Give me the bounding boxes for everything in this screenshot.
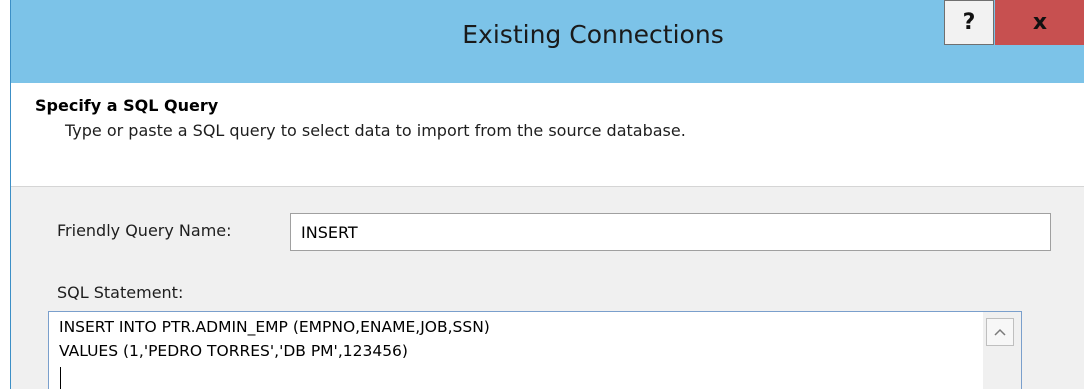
friendly-query-name-label: Friendly Query Name: xyxy=(57,221,232,240)
scroll-up-button[interactable] xyxy=(986,318,1014,346)
title-bar[interactable]: Existing Connections ? x xyxy=(11,0,1084,83)
help-button[interactable]: ? xyxy=(944,0,994,45)
close-button[interactable]: x xyxy=(995,0,1084,45)
sql-statement-label: SQL Statement: xyxy=(57,283,184,302)
step-description: Type or paste a SQL query to select data… xyxy=(65,121,686,140)
wizard-header: Specify a SQL Query Type or paste a SQL … xyxy=(11,83,1084,187)
text-caret xyxy=(60,367,61,389)
sql-line: INSERT INTO PTR.ADMIN_EMP (EMPNO,ENAME,J… xyxy=(59,318,490,336)
chevron-up-icon xyxy=(994,328,1006,336)
step-title: Specify a SQL Query xyxy=(35,96,219,115)
friendly-query-name-input[interactable] xyxy=(290,213,1051,251)
sql-line: VALUES (1,'PEDRO TORRES','DB PM',123456) xyxy=(59,342,408,360)
dialog-title: Existing Connections xyxy=(462,20,724,49)
background-gutter xyxy=(0,0,10,389)
vertical-scrollbar[interactable] xyxy=(983,312,1021,389)
sql-statement-textarea[interactable]: INSERT INTO PTR.ADMIN_EMP (EMPNO,ENAME,J… xyxy=(48,311,1022,389)
